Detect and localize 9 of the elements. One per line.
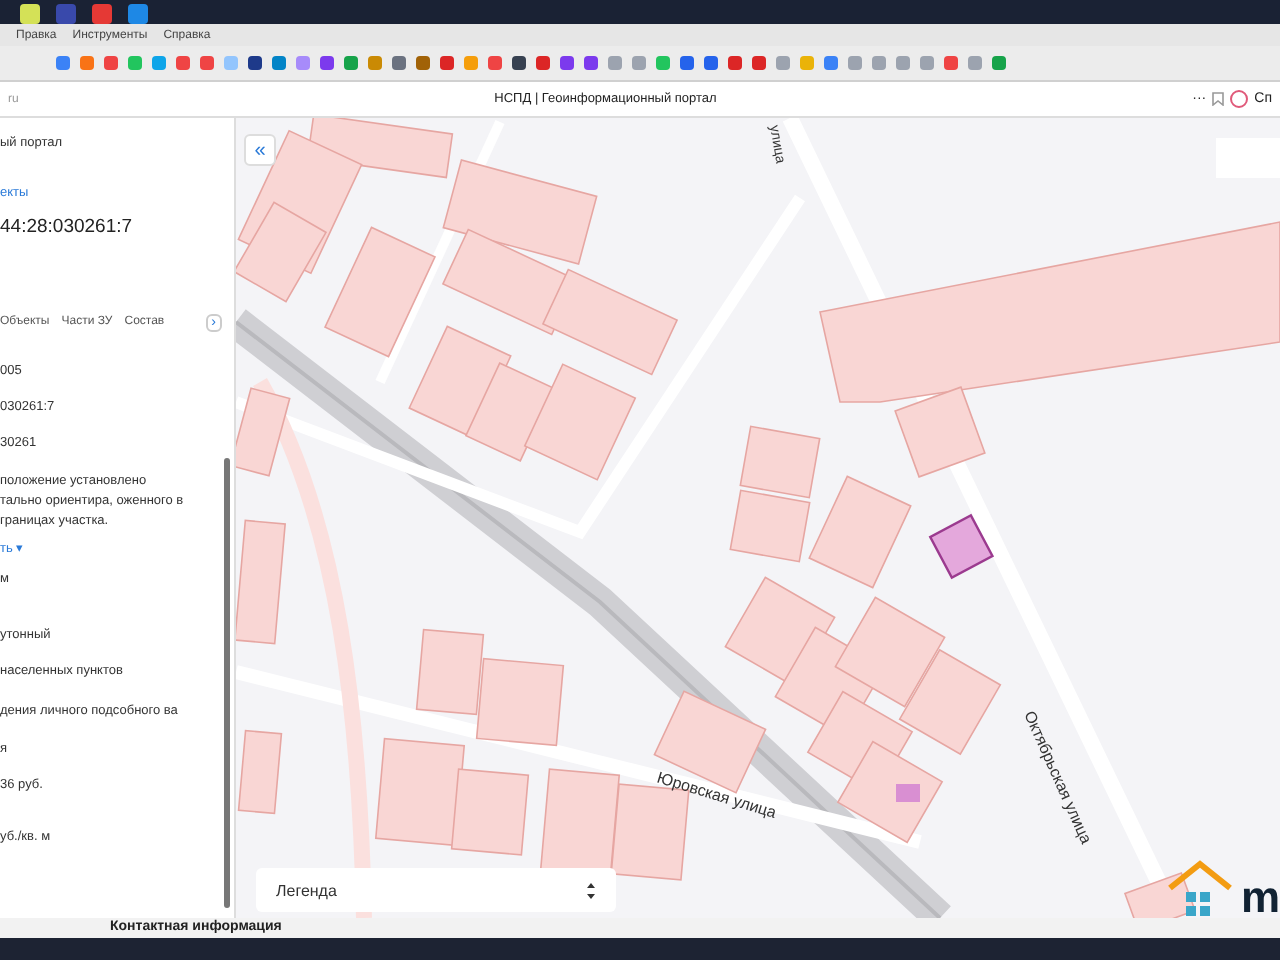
collapse-button[interactable]: « xyxy=(244,134,276,166)
profile-icon[interactable] xyxy=(1230,90,1249,108)
cadastral-number: 44:28:030261:7 xyxy=(0,216,135,238)
house-icon xyxy=(1164,858,1237,918)
logo-text: m xyxy=(1240,878,1280,918)
scrollbar[interactable] xyxy=(224,458,230,908)
legend-dropdown[interactable]: Легенда xyxy=(256,868,616,912)
sort-icon xyxy=(586,881,596,899)
bookmark-icon[interactable] xyxy=(1212,92,1225,106)
